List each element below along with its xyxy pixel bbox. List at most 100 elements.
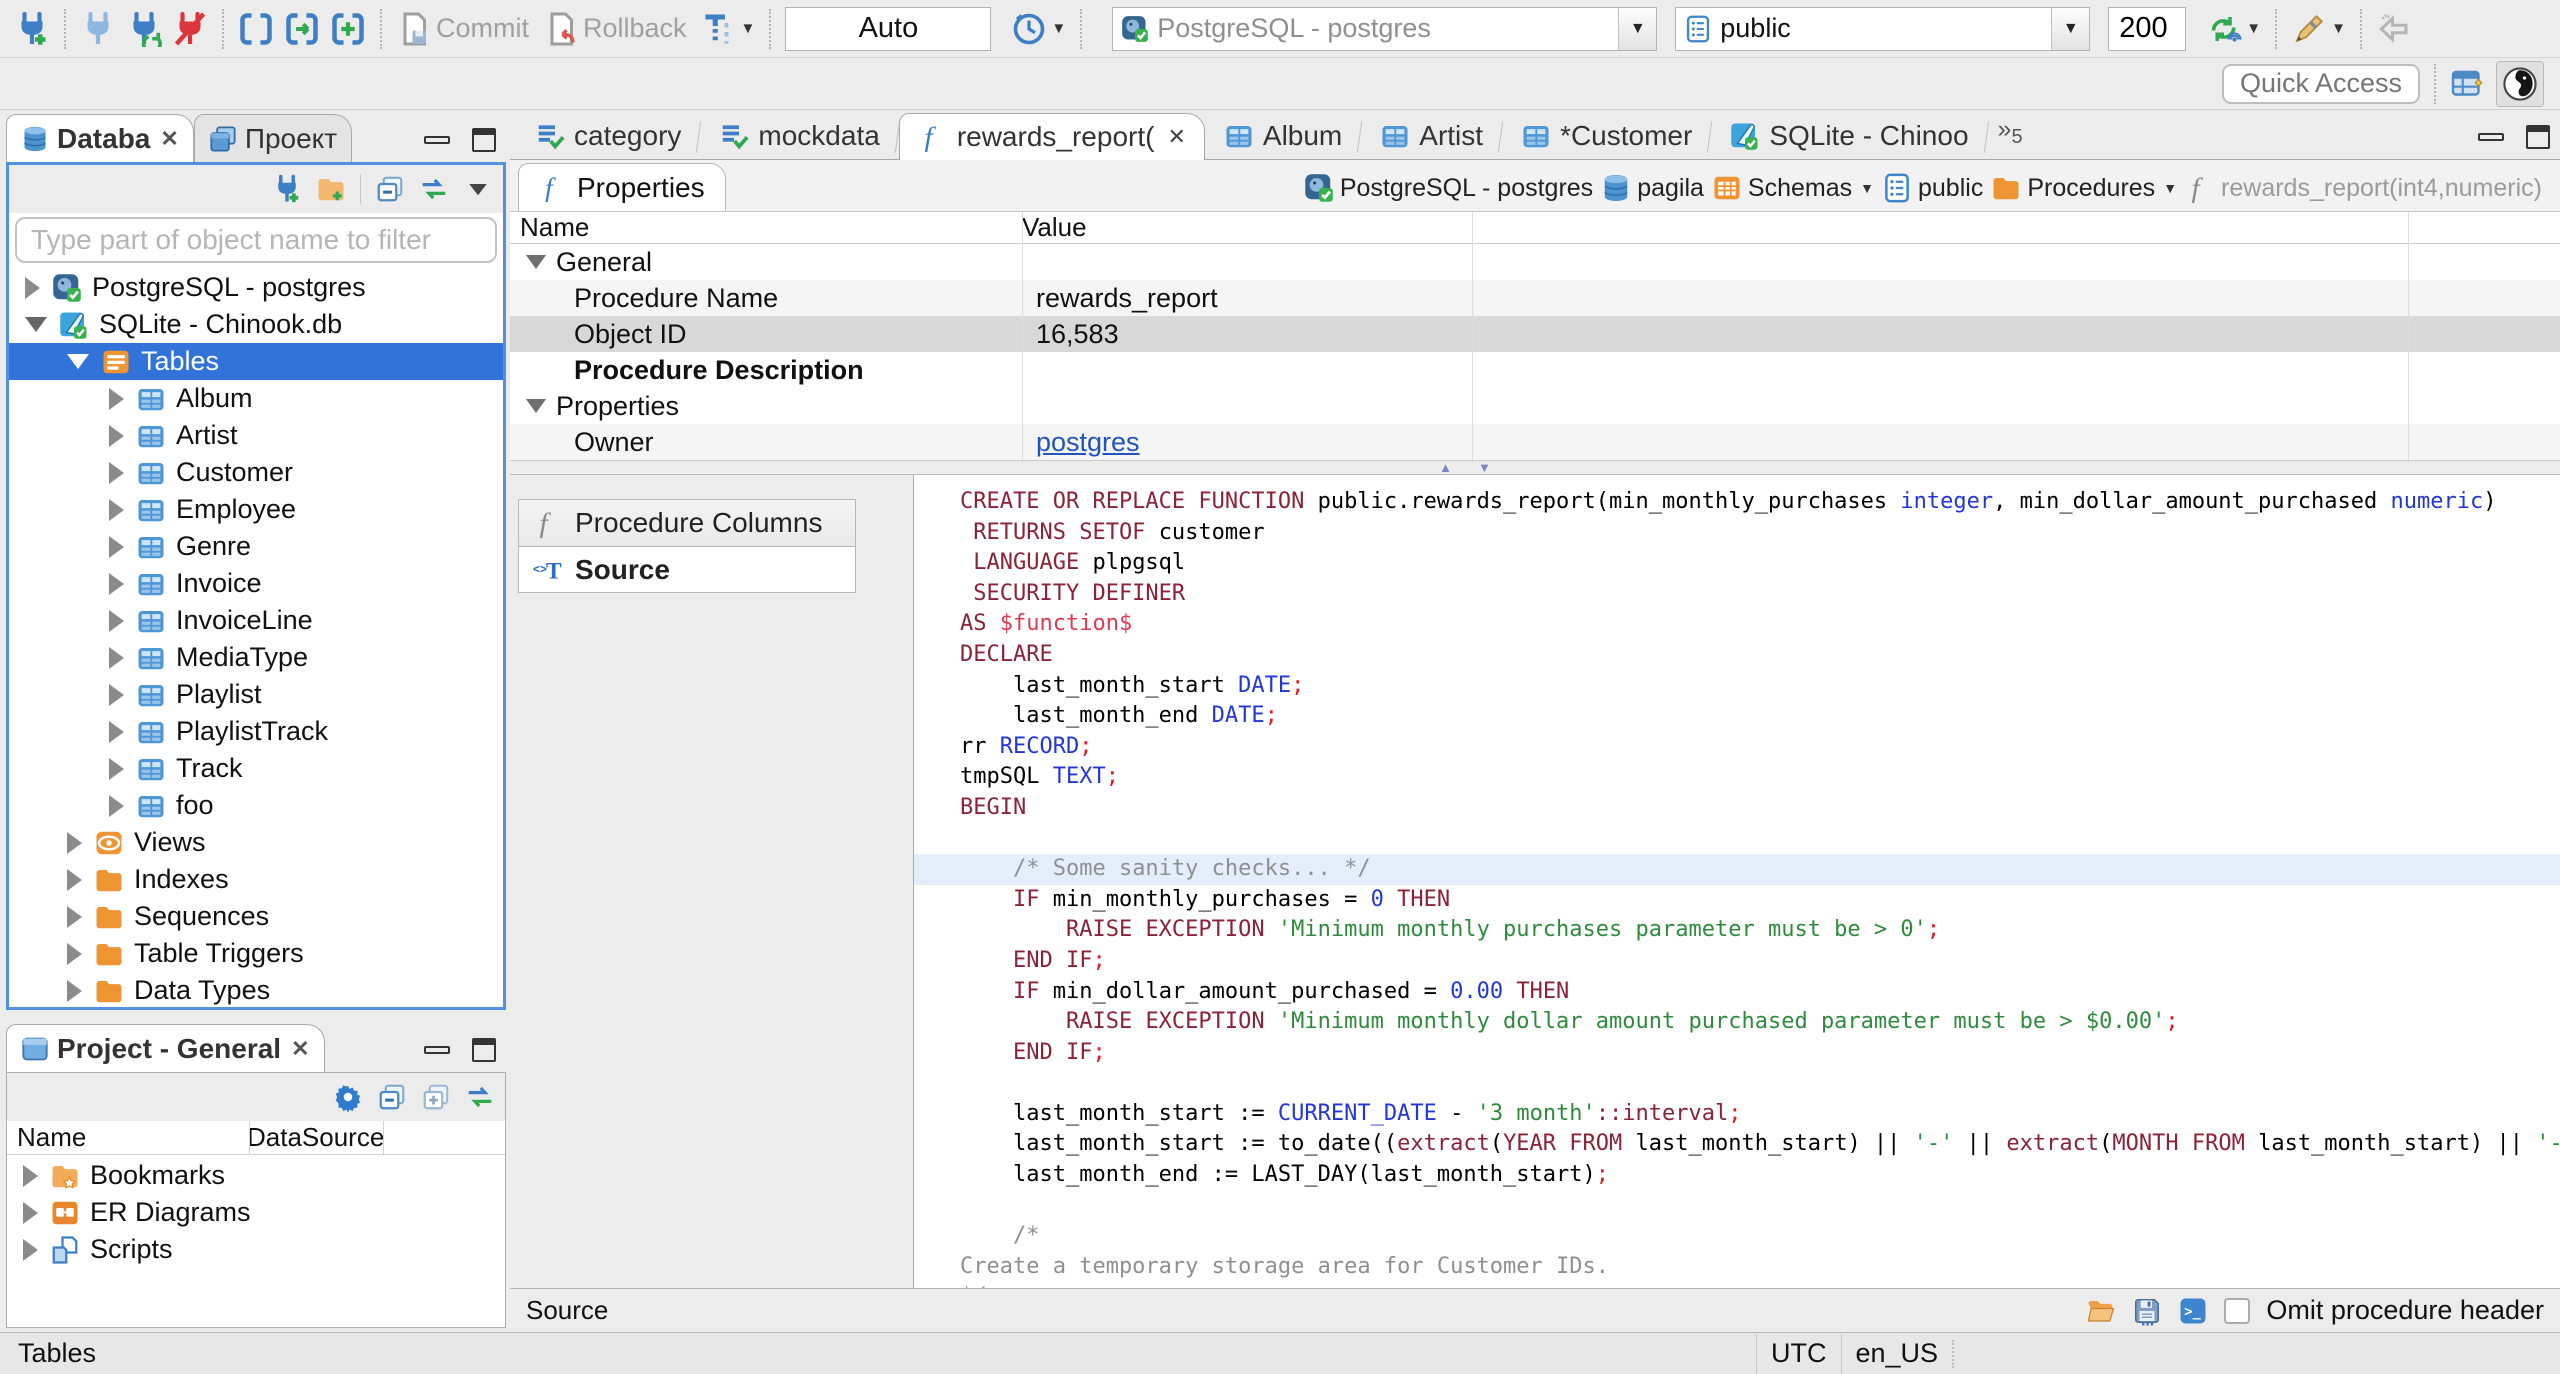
breadcrumb-procedures[interactable]: Procedures ▼ xyxy=(1991,173,2177,203)
tab-properties[interactable]: f Properties xyxy=(518,163,726,211)
chevron-down-icon[interactable]: ▼ xyxy=(2331,20,2346,37)
save-to-file-icon[interactable] xyxy=(2132,1296,2162,1326)
tree-item-genre[interactable]: Genre xyxy=(9,528,503,565)
commit-icon[interactable] xyxy=(396,11,432,47)
property-row-general[interactable]: General xyxy=(510,244,2560,280)
collapsed-arrow-icon[interactable] xyxy=(109,720,124,743)
editor-tab-sqlite-chinoo[interactable]: SQLite - Chinoo xyxy=(1711,112,1987,159)
code-line[interactable]: BEGIN xyxy=(914,793,2560,824)
column-name[interactable]: Name xyxy=(510,212,1022,243)
code-line[interactable]: END IF; xyxy=(914,1038,2560,1069)
close-icon[interactable]: ✕ xyxy=(291,1036,309,1062)
chevron-down-icon[interactable]: ▼ xyxy=(741,20,756,37)
tree-item-views[interactable]: Views xyxy=(9,824,503,861)
code-line[interactable]: DECLARE xyxy=(914,640,2560,671)
collapsed-arrow-icon[interactable] xyxy=(109,609,124,632)
editor-tab-category[interactable]: category xyxy=(516,112,700,159)
code-line[interactable]: RETURNS SETOF customer xyxy=(914,518,2560,549)
collapsed-arrow-icon[interactable] xyxy=(67,942,82,965)
new-folder-icon[interactable] xyxy=(316,174,346,204)
expanded-arrow-icon[interactable] xyxy=(526,255,546,269)
property-row-procedure-description[interactable]: Procedure Description xyxy=(510,352,2560,388)
new-connection-icon[interactable] xyxy=(14,11,50,47)
code-line[interactable] xyxy=(914,1191,2560,1222)
collapsed-arrow-icon[interactable] xyxy=(109,424,124,447)
project-item-er-diagrams[interactable]: ER Diagrams xyxy=(7,1194,505,1231)
splitter-down-icon[interactable]: ▼ xyxy=(1478,460,1491,475)
tree-item-data-types[interactable]: Data Types xyxy=(9,972,503,1007)
timezone-label[interactable]: UTC xyxy=(1771,1338,1827,1369)
commit-button[interactable]: Commit xyxy=(436,13,529,44)
sql-editor-icon[interactable] xyxy=(238,11,274,47)
tab-database-navigator[interactable]: Databa ✕ xyxy=(6,114,194,162)
owner-link[interactable]: postgres xyxy=(1036,427,1140,457)
code-line[interactable] xyxy=(914,1068,2560,1099)
refresh-icon[interactable] xyxy=(2206,11,2242,47)
subtab-source[interactable]: <> T Source xyxy=(518,546,856,593)
chevron-down-icon[interactable]: ▼ xyxy=(1051,20,1066,37)
property-row-owner[interactable]: Owner postgres xyxy=(510,424,2560,460)
collapsed-arrow-icon[interactable] xyxy=(109,572,124,595)
disconnect-icon[interactable] xyxy=(172,11,208,47)
open-perspective-icon[interactable] xyxy=(2450,66,2486,102)
property-row-object-id[interactable]: Object ID 16,583 xyxy=(510,316,2560,352)
collapsed-arrow-icon[interactable] xyxy=(109,461,124,484)
connect-icon[interactable] xyxy=(80,11,116,47)
chevron-down-icon[interactable]: ▼ xyxy=(2246,20,2261,37)
minimize-icon[interactable] xyxy=(2478,133,2504,141)
tree-item-artist[interactable]: Artist xyxy=(9,417,503,454)
close-icon[interactable]: ✕ xyxy=(160,126,178,152)
code-line[interactable]: last_month_end DATE; xyxy=(914,701,2560,732)
tree-item-track[interactable]: Track xyxy=(9,750,503,787)
column-datasource[interactable]: DataSource xyxy=(247,1122,384,1153)
rollback-icon[interactable] xyxy=(543,11,579,47)
breadcrumb-postgresql-postgres[interactable]: PostgreSQL - postgres xyxy=(1304,173,1593,203)
code-line[interactable]: CREATE OR REPLACE FUNCTION public.reward… xyxy=(914,487,2560,518)
link-with-editor-icon[interactable] xyxy=(419,174,449,204)
new-sql-editor-icon[interactable] xyxy=(330,11,366,47)
link-with-editor-icon[interactable] xyxy=(465,1082,495,1112)
schema-dropdown-button[interactable]: ▼ xyxy=(2051,7,2090,50)
tree-item-playlisttrack[interactable]: PlaylistTrack xyxy=(9,713,503,750)
tab-projects[interactable]: Проект xyxy=(193,114,353,162)
locale-label[interactable]: en_US xyxy=(1856,1338,1939,1369)
schema-select[interactable]: public ▼ xyxy=(1675,6,2091,51)
code-line[interactable]: END IF; xyxy=(914,946,2560,977)
collapsed-arrow-icon[interactable] xyxy=(25,276,40,299)
editor-tab-album[interactable]: Album xyxy=(1205,112,1361,159)
expanded-arrow-icon[interactable] xyxy=(67,354,89,369)
dbeaver-perspective-button[interactable] xyxy=(2496,60,2544,107)
collapsed-arrow-icon[interactable] xyxy=(23,1201,38,1224)
tree-item-sequences[interactable]: Sequences xyxy=(9,898,503,935)
fetch-size-input[interactable] xyxy=(2108,6,2187,51)
project-item-scripts[interactable]: Scripts xyxy=(7,1231,505,1268)
quick-access-input[interactable] xyxy=(2222,63,2420,104)
editor-tab-artist[interactable]: Artist xyxy=(1361,112,1502,159)
editor-tab--customer[interactable]: *Customer xyxy=(1502,112,1711,159)
code-line[interactable]: /* xyxy=(914,1221,2560,1252)
code-line[interactable]: tmpSQL TEXT; xyxy=(914,762,2560,793)
load-from-file-icon[interactable] xyxy=(2086,1296,2116,1326)
chevron-down-icon[interactable]: ▼ xyxy=(2163,180,2177,196)
gear-icon[interactable] xyxy=(333,1082,363,1112)
collapsed-arrow-icon[interactable] xyxy=(109,683,124,706)
property-value[interactable]: postgres xyxy=(1022,427,1140,458)
code-line[interactable]: /* Some sanity checks... */ xyxy=(914,854,2560,885)
subtab-procedure-columns[interactable]: f Procedure Columns xyxy=(518,499,856,546)
code-line[interactable]: AS $function$ xyxy=(914,609,2560,640)
code-line[interactable]: last_month_end := LAST_DAY(last_month_st… xyxy=(914,1160,2560,1191)
tree-item-employee[interactable]: Employee xyxy=(9,491,503,528)
tree-item-album[interactable]: Album xyxy=(9,380,503,417)
code-line[interactable]: last_month_start := CURRENT_DATE - '3 mo… xyxy=(914,1099,2560,1130)
view-menu-icon[interactable] xyxy=(463,174,493,204)
close-icon[interactable]: ✕ xyxy=(1167,124,1185,150)
object-filter-input[interactable] xyxy=(15,217,497,263)
maximize-icon[interactable] xyxy=(2526,125,2550,149)
tree-item-sqlite-chinook-db[interactable]: SQLite - Chinook.db xyxy=(9,306,503,343)
code-line[interactable]: Create a temporary storage area for Cust… xyxy=(914,1252,2560,1283)
collapsed-arrow-icon[interactable] xyxy=(23,1164,38,1187)
code-line[interactable]: IF min_monthly_purchases = 0 THEN xyxy=(914,885,2560,916)
tree-item-postgresql-postgres[interactable]: PostgreSQL - postgres xyxy=(9,269,503,306)
collapse-all-icon[interactable] xyxy=(377,1082,407,1112)
tab-overflow-indicator[interactable]: »5 xyxy=(1988,115,2033,155)
